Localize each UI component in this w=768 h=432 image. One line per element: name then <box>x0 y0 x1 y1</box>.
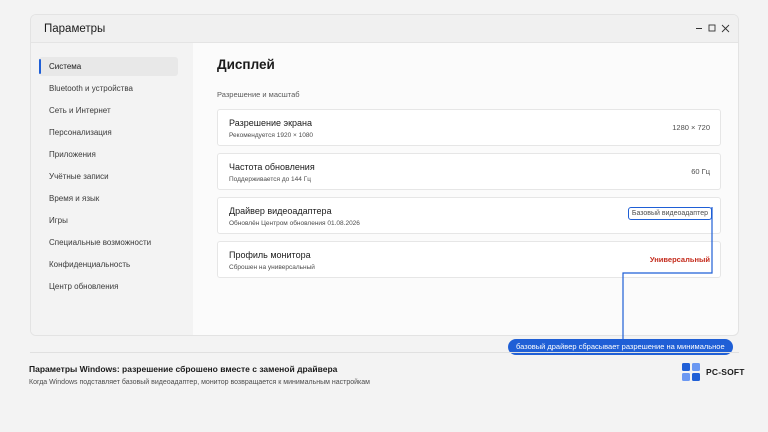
divider <box>30 352 739 353</box>
caption-title: Параметры Windows: разрешение сброшено в… <box>29 364 338 374</box>
brand: PC-SOFT <box>682 363 745 381</box>
caption-subtitle: Когда Windows подставляет базовый видеоа… <box>29 379 370 386</box>
brand-logo-icon <box>682 363 700 381</box>
brand-name: PC-SOFT <box>706 367 745 377</box>
